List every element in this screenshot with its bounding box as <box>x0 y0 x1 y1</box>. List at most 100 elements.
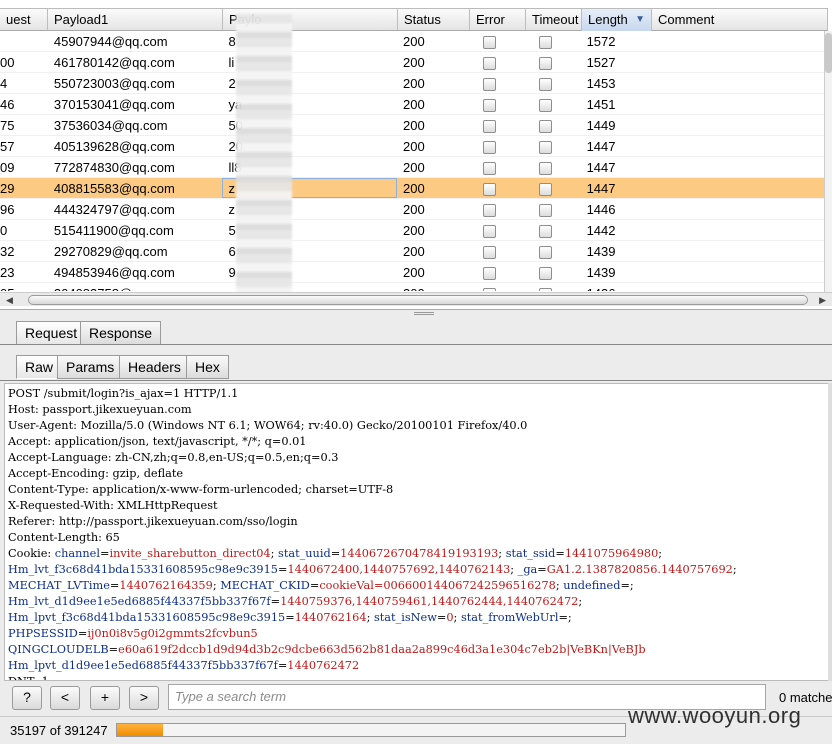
raw-request-editor[interactable]: POST /submit/login?is_ajax=1 HTTP/1.1 Hos… <box>4 383 830 681</box>
request-header-line: POST /submit/login?is_ajax=1 HTTP/1.1 <box>8 387 239 400</box>
request-number-cell: 29 <box>0 181 15 196</box>
timeout-checkbox[interactable] <box>538 183 552 197</box>
error-checkbox[interactable] <box>482 288 496 291</box>
payload1-cell: 515411900@qq.com <box>53 223 174 238</box>
timeout-checkbox[interactable] <box>538 225 552 239</box>
help-button[interactable]: ? <box>12 686 42 710</box>
separator: ; <box>658 547 666 560</box>
timeout-checkbox[interactable] <box>538 120 552 134</box>
error-checkbox[interactable] <box>482 141 496 155</box>
scroll-right-icon[interactable]: ▶ <box>819 293 826 307</box>
timeout-checkbox[interactable] <box>538 246 552 260</box>
column-header-payload1[interactable]: Payload1 <box>48 9 223 31</box>
column-label: Error <box>476 12 505 27</box>
table-row[interactable]: 4 550723003@qq.com 2 200 1453 <box>0 73 826 94</box>
horizontal-scrollbar[interactable]: ◀ ▶ <box>0 292 832 306</box>
comment-cell <box>650 31 826 51</box>
tab-response[interactable]: Response <box>80 321 162 345</box>
cookie-value: cookieVal=006600144067242596516278 <box>319 579 556 592</box>
column-header-error[interactable]: Error <box>470 9 526 31</box>
table-row[interactable]: 45907944@qq.com 8 200 1572 <box>0 31 826 52</box>
error-checkbox[interactable] <box>482 99 496 113</box>
tab-hex[interactable]: Hex <box>186 355 229 379</box>
error-checkbox[interactable] <box>482 120 496 134</box>
grip-icon <box>414 312 434 315</box>
table-row[interactable]: 46370153041@qq.comya2001451 <box>0 94 826 115</box>
timeout-checkbox[interactable] <box>538 78 552 92</box>
separator: ; <box>510 563 518 576</box>
table-row[interactable]: 57405139628@qq.com202001447 <box>0 136 826 157</box>
results-table: uestPayload1PayloStatusErrorTimeoutLengt… <box>0 0 832 310</box>
timeout-checkbox[interactable] <box>538 36 552 50</box>
previous-match-button[interactable]: < <box>50 686 80 710</box>
status-cell: 200 <box>403 244 425 259</box>
error-cell <box>469 157 525 177</box>
request-number-cell: 96 <box>0 202 15 217</box>
timeout-checkbox[interactable] <box>538 267 552 281</box>
tab-raw[interactable]: Raw <box>16 355 63 379</box>
status-cell: 200 <box>403 76 425 91</box>
error-checkbox[interactable] <box>482 57 496 71</box>
length-cell: 1442 <box>586 223 616 238</box>
table-row[interactable]: 09 772874830@qq.com ll8 200 1447 <box>0 157 826 178</box>
comment-cell <box>650 220 826 240</box>
equals-sign: = <box>309 579 320 592</box>
error-cell <box>469 73 525 93</box>
error-checkbox[interactable] <box>482 183 496 197</box>
horizontal-scroll-thumb[interactable] <box>28 295 808 305</box>
sort-descending-icon: ▼ <box>635 14 645 25</box>
error-cell <box>469 115 525 135</box>
error-checkbox[interactable] <box>482 204 496 218</box>
timeout-checkbox[interactable] <box>538 288 552 291</box>
error-checkbox[interactable] <box>482 246 496 260</box>
add-button[interactable]: + <box>90 686 120 710</box>
table-row[interactable]: 0 515411900@qq.com 5 200 1442 <box>0 220 826 241</box>
separator: ; <box>567 611 576 624</box>
editor-scrollbar[interactable] <box>828 383 832 681</box>
timeout-checkbox[interactable] <box>538 162 552 176</box>
vertical-scrollbar[interactable] <box>824 31 832 293</box>
table-row[interactable]: 7537536034@qq.com502001449 <box>0 115 826 136</box>
payload1-cell: 408815583@qq.com <box>53 181 175 196</box>
tab-params[interactable]: Params <box>57 355 124 379</box>
equals-sign: = <box>555 547 565 560</box>
scroll-left-icon[interactable]: ◀ <box>6 293 13 307</box>
pane-splitter[interactable] <box>0 310 832 318</box>
table-row[interactable]: 32 29270829@qq.com 6 200 1439 <box>0 241 826 262</box>
vertical-scroll-thumb[interactable] <box>825 33 832 73</box>
next-match-button[interactable]: > <box>129 686 159 710</box>
request-number-cell: 05 <box>0 283 48 291</box>
cookie-name: channel <box>54 547 100 560</box>
cookie-name: stat_fromWebUrl <box>460 611 559 624</box>
table-row[interactable]: 05304083758@qq.com 200 1436 <box>0 283 826 291</box>
comment-cell <box>650 115 826 135</box>
timeout-cell <box>525 220 581 240</box>
tab-request[interactable]: Request <box>16 321 87 345</box>
timeout-checkbox[interactable] <box>538 204 552 218</box>
timeout-checkbox[interactable] <box>538 57 552 71</box>
cookie-value: e60a619f2dccb1d9d94d3b2c9dcbe663d562b81d… <box>118 643 646 656</box>
timeout-checkbox[interactable] <box>538 99 552 113</box>
column-header-length[interactable]: Length ▼ <box>582 9 652 31</box>
column-header-timeout[interactable]: Timeout <box>526 9 582 31</box>
table-row[interactable]: 29 408815583@qq.com z 200 1447 <box>0 178 826 199</box>
timeout-checkbox[interactable] <box>538 141 552 155</box>
error-checkbox[interactable] <box>482 225 496 239</box>
table-row[interactable]: 00 461780142@qq.com li 200 1527 <box>0 52 826 73</box>
error-checkbox[interactable] <box>482 267 496 281</box>
column-header-uest[interactable]: uest <box>0 9 48 31</box>
status-cell: 200 <box>403 202 425 217</box>
error-checkbox[interactable] <box>482 36 496 50</box>
length-cell: 1449 <box>586 118 616 133</box>
error-checkbox[interactable] <box>482 162 496 176</box>
column-header-comment[interactable]: Comment <box>652 9 828 31</box>
tab-headers[interactable]: Headers <box>119 355 190 379</box>
request-header-line: Accept-Encoding: gzip, deflate <box>8 467 184 480</box>
table-row[interactable]: 96 444324797@qq.com z 200 1446 <box>0 199 826 220</box>
error-checkbox[interactable] <box>482 78 496 92</box>
watermark: www.wooyun.org <box>628 703 802 728</box>
table-row[interactable]: 23 494853946@qq.com 9 200 1439 <box>0 262 826 283</box>
table-header: uestPayload1PayloStatusErrorTimeoutLengt… <box>0 8 828 31</box>
column-header-status[interactable]: Status <box>398 9 470 31</box>
error-cell <box>469 31 525 51</box>
